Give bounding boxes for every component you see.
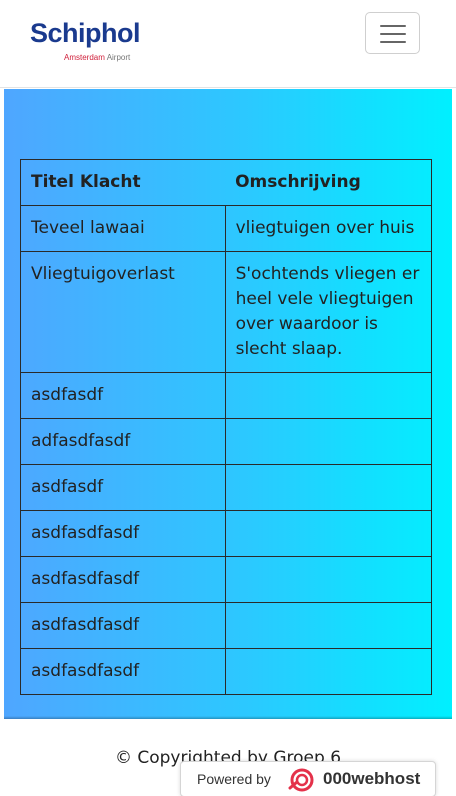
- complaint-description-cell: [224, 510, 433, 557]
- column-header-title: Titel Klacht: [20, 159, 226, 206]
- complaint-description-cell: vliegtuigen over huis: [224, 205, 433, 252]
- navbar: Schiphol Amsterdam Airport: [0, 0, 456, 88]
- table-row: Teveel lawaai vliegtuigen over huis: [20, 205, 433, 252]
- complaints-table: Titel Klacht Omschrijving Teveel lawaai …: [20, 159, 433, 695]
- complaint-title-cell: asdfasdfasdf: [20, 556, 226, 603]
- complaint-title-cell: adfasdfasdf: [20, 418, 226, 465]
- complaint-description-cell: [224, 556, 433, 603]
- schiphol-logo[interactable]: Schiphol Amsterdam Airport: [30, 18, 150, 66]
- complaint-title-cell: asdfasdfasdf: [20, 648, 226, 695]
- 000webhost-name: 000webhost: [323, 769, 421, 788]
- table-row: asdfasdfasdf: [20, 510, 433, 557]
- table-row: asdfasdfasdf: [20, 602, 433, 649]
- complaints-table-body: Teveel lawaai vliegtuigen over huis Vlie…: [20, 205, 433, 695]
- complaint-description-cell: [224, 464, 433, 511]
- powered-by-label: Powered by: [197, 771, 271, 787]
- complaint-description-cell: [224, 372, 433, 419]
- powered-by-000webhost-badge[interactable]: Powered by 000webhost: [180, 761, 436, 796]
- main-content: Titel Klacht Omschrijving Teveel lawaai …: [4, 89, 452, 719]
- complaint-description-cell: S'ochtends vliegen er heel vele vliegtui…: [224, 251, 433, 373]
- menu-toggle-button[interactable]: [365, 12, 420, 54]
- complaint-title-cell: asdfasdfasdf: [20, 510, 226, 557]
- 000webhost-logo-icon: [288, 768, 314, 792]
- footer: © Copyrighted by Groep 6 Powered by 000w…: [0, 720, 456, 796]
- logo-subtitle: Amsterdam Airport: [64, 53, 130, 62]
- complaint-title-cell: Teveel lawaai: [20, 205, 226, 252]
- complaint-description-cell: [224, 648, 433, 695]
- column-header-description: Omschrijving: [225, 159, 433, 206]
- table-row: asdfasdfasdf: [20, 648, 433, 695]
- table-header-row: Titel Klacht Omschrijving: [20, 159, 433, 206]
- logo-subtitle-city: Amsterdam: [64, 53, 105, 62]
- complaint-title-cell: asdfasdf: [20, 464, 226, 511]
- table-row: Vliegtuigoverlast S'ochtends vliegen er …: [20, 251, 433, 373]
- logo-text: Schiphol: [30, 18, 141, 48]
- table-row: asdfasdf: [20, 372, 433, 419]
- complaint-title-cell: asdfasdf: [20, 372, 226, 419]
- complaint-description-cell: [224, 602, 433, 649]
- complaint-title-cell: asdfasdfasdf: [20, 602, 226, 649]
- table-row: asdfasdfasdf: [20, 556, 433, 603]
- logo-subtitle-airport: Airport: [106, 53, 131, 62]
- complaint-description-cell: [224, 418, 433, 465]
- complaint-title-cell: Vliegtuigoverlast: [20, 251, 226, 373]
- table-row: asdfasdf: [20, 464, 433, 511]
- table-row: adfasdfasdf: [20, 418, 433, 465]
